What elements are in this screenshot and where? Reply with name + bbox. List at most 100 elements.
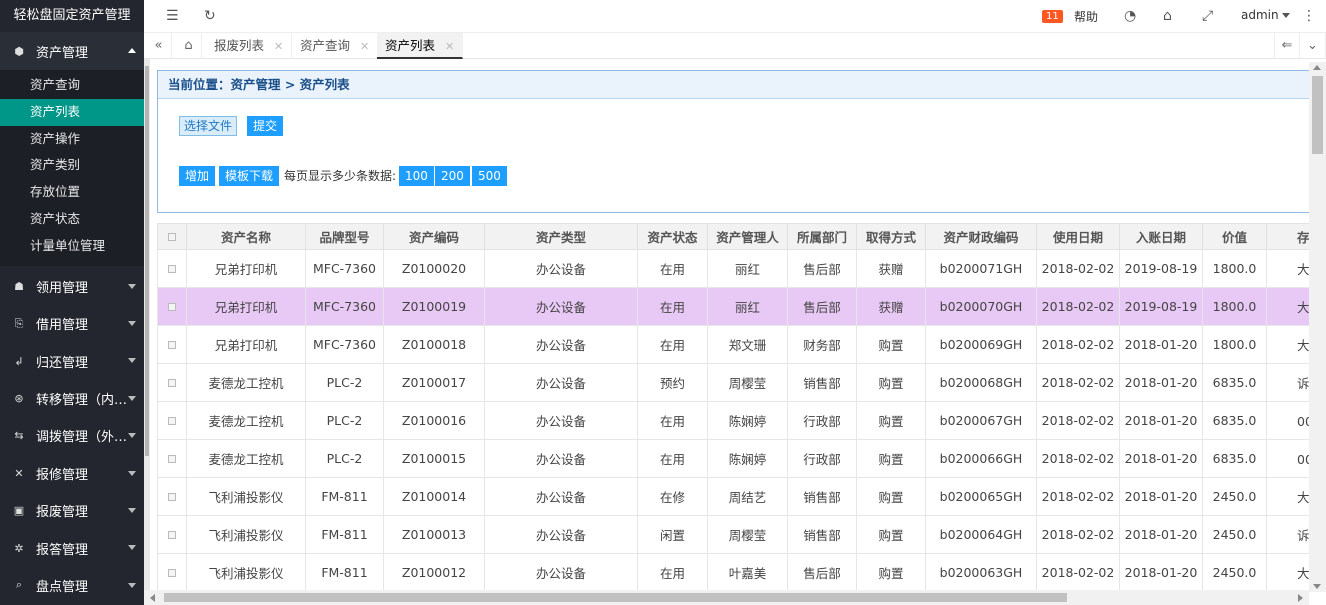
column-header[interactable]: 价值 <box>1202 223 1267 250</box>
row-checkbox[interactable] <box>157 249 187 288</box>
column-header[interactable]: 取得方式 <box>856 223 926 250</box>
table-cell: 办公设备 <box>484 287 638 326</box>
table-row[interactable]: 飞利浦投影仪 FM-811 Z0100013 办公设备 闲置 周樱莹 销售部 购置 b02000… <box>157 515 1309 554</box>
column-header[interactable]: 入账日期 <box>1119 223 1203 250</box>
tab-scrap-list[interactable]: 报废列表 ✕ <box>206 33 293 59</box>
table-row[interactable]: 兄弟打印机 MFC-7360 Z0100019 办公设备 在用 丽红 售后部 获赠 b02000… <box>157 287 1309 326</box>
sidebar-item-unit-management[interactable]: 计量单位管理 <box>0 233 144 260</box>
sidebar-group-repair[interactable]: ✕ 报修管理 <box>0 455 144 492</box>
breadcrumb: 当前位置：资产管理 > 资产列表 <box>158 71 1309 99</box>
table-row[interactable]: 飞利浦投影仪 FM-811 Z0100014 办公设备 在修 周结艺 销售部 购置 b02000… <box>157 477 1309 516</box>
notification-badge[interactable]: 11 <box>1042 10 1063 23</box>
submenu-asset: 资产查询 资产列表 资产操作 资产类别 存放位置 资产状态 计量单位管理 <box>0 70 144 266</box>
sidebar-group-return[interactable]: ↲ 归还管理 <box>0 342 144 379</box>
row-checkbox[interactable] <box>157 287 187 326</box>
row-checkbox[interactable] <box>157 439 187 478</box>
add-button[interactable]: 增加 <box>179 166 216 186</box>
sidebar-item-asset-query[interactable]: 资产查询 <box>0 72 144 99</box>
menu-toggle-icon[interactable]: ☰ <box>166 8 179 24</box>
table-cell: 1800.0 <box>1202 287 1267 326</box>
template-download-button[interactable]: 模板下载 <box>219 166 280 186</box>
submit-button[interactable]: 提交 <box>247 116 284 136</box>
scrollbar-thumb[interactable] <box>164 593 1067 602</box>
theme-icon[interactable]: ◔ <box>1124 8 1136 24</box>
column-header[interactable]: 资产名称 <box>186 223 306 250</box>
sidebar-item-storage-location[interactable]: 存放位置 <box>0 179 144 206</box>
tabs-scroll-right-icon[interactable]: ⇐ <box>1274 33 1300 59</box>
table-row[interactable]: 麦德龙工控机 PLC-2 Z0100016 办公设备 在用 陈娴婷 行政部 购置 b020006… <box>157 401 1309 440</box>
table-cell: 在用 <box>637 249 708 288</box>
column-header[interactable]: 资产财政编码 <box>925 223 1037 250</box>
sidebar-group-scrap[interactable]: ▣ 报废管理 <box>0 492 144 529</box>
sidebar-group-report[interactable]: ✲ 报答管理 <box>0 529 144 566</box>
column-header[interactable]: 资产编码 <box>383 223 485 250</box>
column-header[interactable]: 品牌型号 <box>305 223 384 250</box>
table-cell: 2450.0 <box>1202 553 1267 592</box>
close-icon[interactable]: ✕ <box>445 40 454 53</box>
home-icon[interactable]: ⌂ <box>176 33 202 59</box>
tab-asset-list[interactable]: 资产列表 ✕ <box>377 33 464 59</box>
sidebar-item-asset-category[interactable]: 资产类别 <box>0 152 144 179</box>
sidebar-group-allocate[interactable]: ⇆ 调拨管理（外… <box>0 417 144 454</box>
row-checkbox[interactable] <box>157 515 187 554</box>
column-header[interactable]: 资产类型 <box>484 223 638 250</box>
per-page-200-button[interactable]: 200 <box>435 166 470 186</box>
column-header[interactable]: 所属部门 <box>787 223 857 250</box>
fullscreen-icon[interactable]: ⤢ <box>1202 8 1213 24</box>
table-cell: 售后部 <box>787 553 857 592</box>
row-checkbox[interactable] <box>157 477 187 516</box>
per-page-100-button[interactable]: 100 <box>399 166 434 186</box>
sidebar-group-borrow[interactable]: ⎘ 借用管理 <box>0 305 144 342</box>
more-vertical-icon[interactable]: ⋮ <box>1302 8 1316 24</box>
column-header[interactable]: 使用日期 <box>1036 223 1120 250</box>
refresh-icon[interactable]: ↻ <box>204 8 216 24</box>
table-cell: 购置 <box>856 553 926 592</box>
row-checkbox[interactable] <box>157 401 187 440</box>
table-row[interactable]: 兄弟打印机 MFC-7360 Z0100020 办公设备 在用 丽红 售后部 获赠 b02000… <box>157 249 1309 288</box>
close-icon[interactable]: ✕ <box>274 40 283 53</box>
tabs-dropdown-icon[interactable]: ⌄ <box>1300 33 1326 59</box>
table-cell: 在用 <box>637 439 708 478</box>
scrollbar-thumb[interactable] <box>145 66 149 456</box>
transfer-icon: ⊛ <box>14 391 24 405</box>
user-menu[interactable]: admin <box>1241 8 1290 22</box>
scroll-up-icon[interactable] <box>1313 65 1321 70</box>
scroll-left-icon[interactable] <box>150 594 155 602</box>
table-row[interactable]: 麦德龙工控机 PLC-2 Z0100015 办公设备 在用 陈娴婷 行政部 购置 b020006… <box>157 439 1309 478</box>
close-icon[interactable]: ✕ <box>360 40 369 53</box>
vertical-scrollbar[interactable] <box>1309 62 1326 592</box>
table-row[interactable]: 飞利浦投影仪 FM-811 Z0100012 办公设备 在用 叶嘉美 售后部 购置 b02000… <box>157 553 1309 592</box>
select-all-checkbox[interactable] <box>157 223 187 250</box>
column-header[interactable]: 资产状态 <box>637 223 708 250</box>
column-header[interactable]: 存放 <box>1266 223 1309 250</box>
table-row[interactable]: 麦德龙工控机 PLC-2 Z0100017 办公设备 预约 周樱莹 销售部 购置 b020006… <box>157 363 1309 402</box>
sidebar-group-asset[interactable]: ⬢ 资产管理 <box>0 32 144 70</box>
help-link[interactable]: 帮助 <box>1074 8 1098 25</box>
row-checkbox[interactable] <box>157 363 187 402</box>
scrollbar-thumb[interactable] <box>1312 76 1323 154</box>
sidebar-group-inventory[interactable]: ⌕ 盘点管理 <box>0 567 144 604</box>
row-checkbox[interactable] <box>157 325 187 364</box>
sidebar: 轻松盘固定资产管理 ⬢ 资产管理 资产查询 资产列表 资产操作 资产类别 存放位… <box>0 0 144 605</box>
row-checkbox[interactable] <box>157 553 187 592</box>
choose-file-button[interactable]: 选择文件 <box>179 116 238 136</box>
column-header[interactable]: 资产管理人 <box>707 223 788 250</box>
sidebar-group-receive[interactable]: ☗ 领用管理 <box>0 268 144 305</box>
tabs-scroll-left-icon[interactable]: « <box>146 33 172 59</box>
per-page-500-button[interactable]: 500 <box>472 166 507 186</box>
tab-asset-query[interactable]: 资产查询 ✕ <box>292 33 379 59</box>
sidebar-item-asset-operation[interactable]: 资产操作 <box>0 126 144 153</box>
scroll-down-icon[interactable] <box>1313 584 1321 589</box>
table-cell: 2018-02-02 <box>1036 515 1120 554</box>
tag-icon[interactable]: ⌂ <box>1163 8 1172 24</box>
table-cell: 购置 <box>856 515 926 554</box>
settings-icon: ✲ <box>14 541 24 555</box>
table-cell: 周结艺 <box>707 477 788 516</box>
sidebar-item-asset-list[interactable]: 资产列表 <box>0 98 144 126</box>
table-cell: 郑文珊 <box>707 325 788 364</box>
sidebar-group-transfer[interactable]: ⊛ 转移管理（内… <box>0 380 144 417</box>
sidebar-item-asset-status[interactable]: 资产状态 <box>0 206 144 233</box>
table-row[interactable]: 兄弟打印机 MFC-7360 Z0100018 办公设备 在用 郑文珊 财务部 购置 b0200… <box>157 325 1309 364</box>
horizontal-scrollbar[interactable] <box>144 590 1309 605</box>
scroll-right-icon[interactable] <box>1298 594 1303 602</box>
